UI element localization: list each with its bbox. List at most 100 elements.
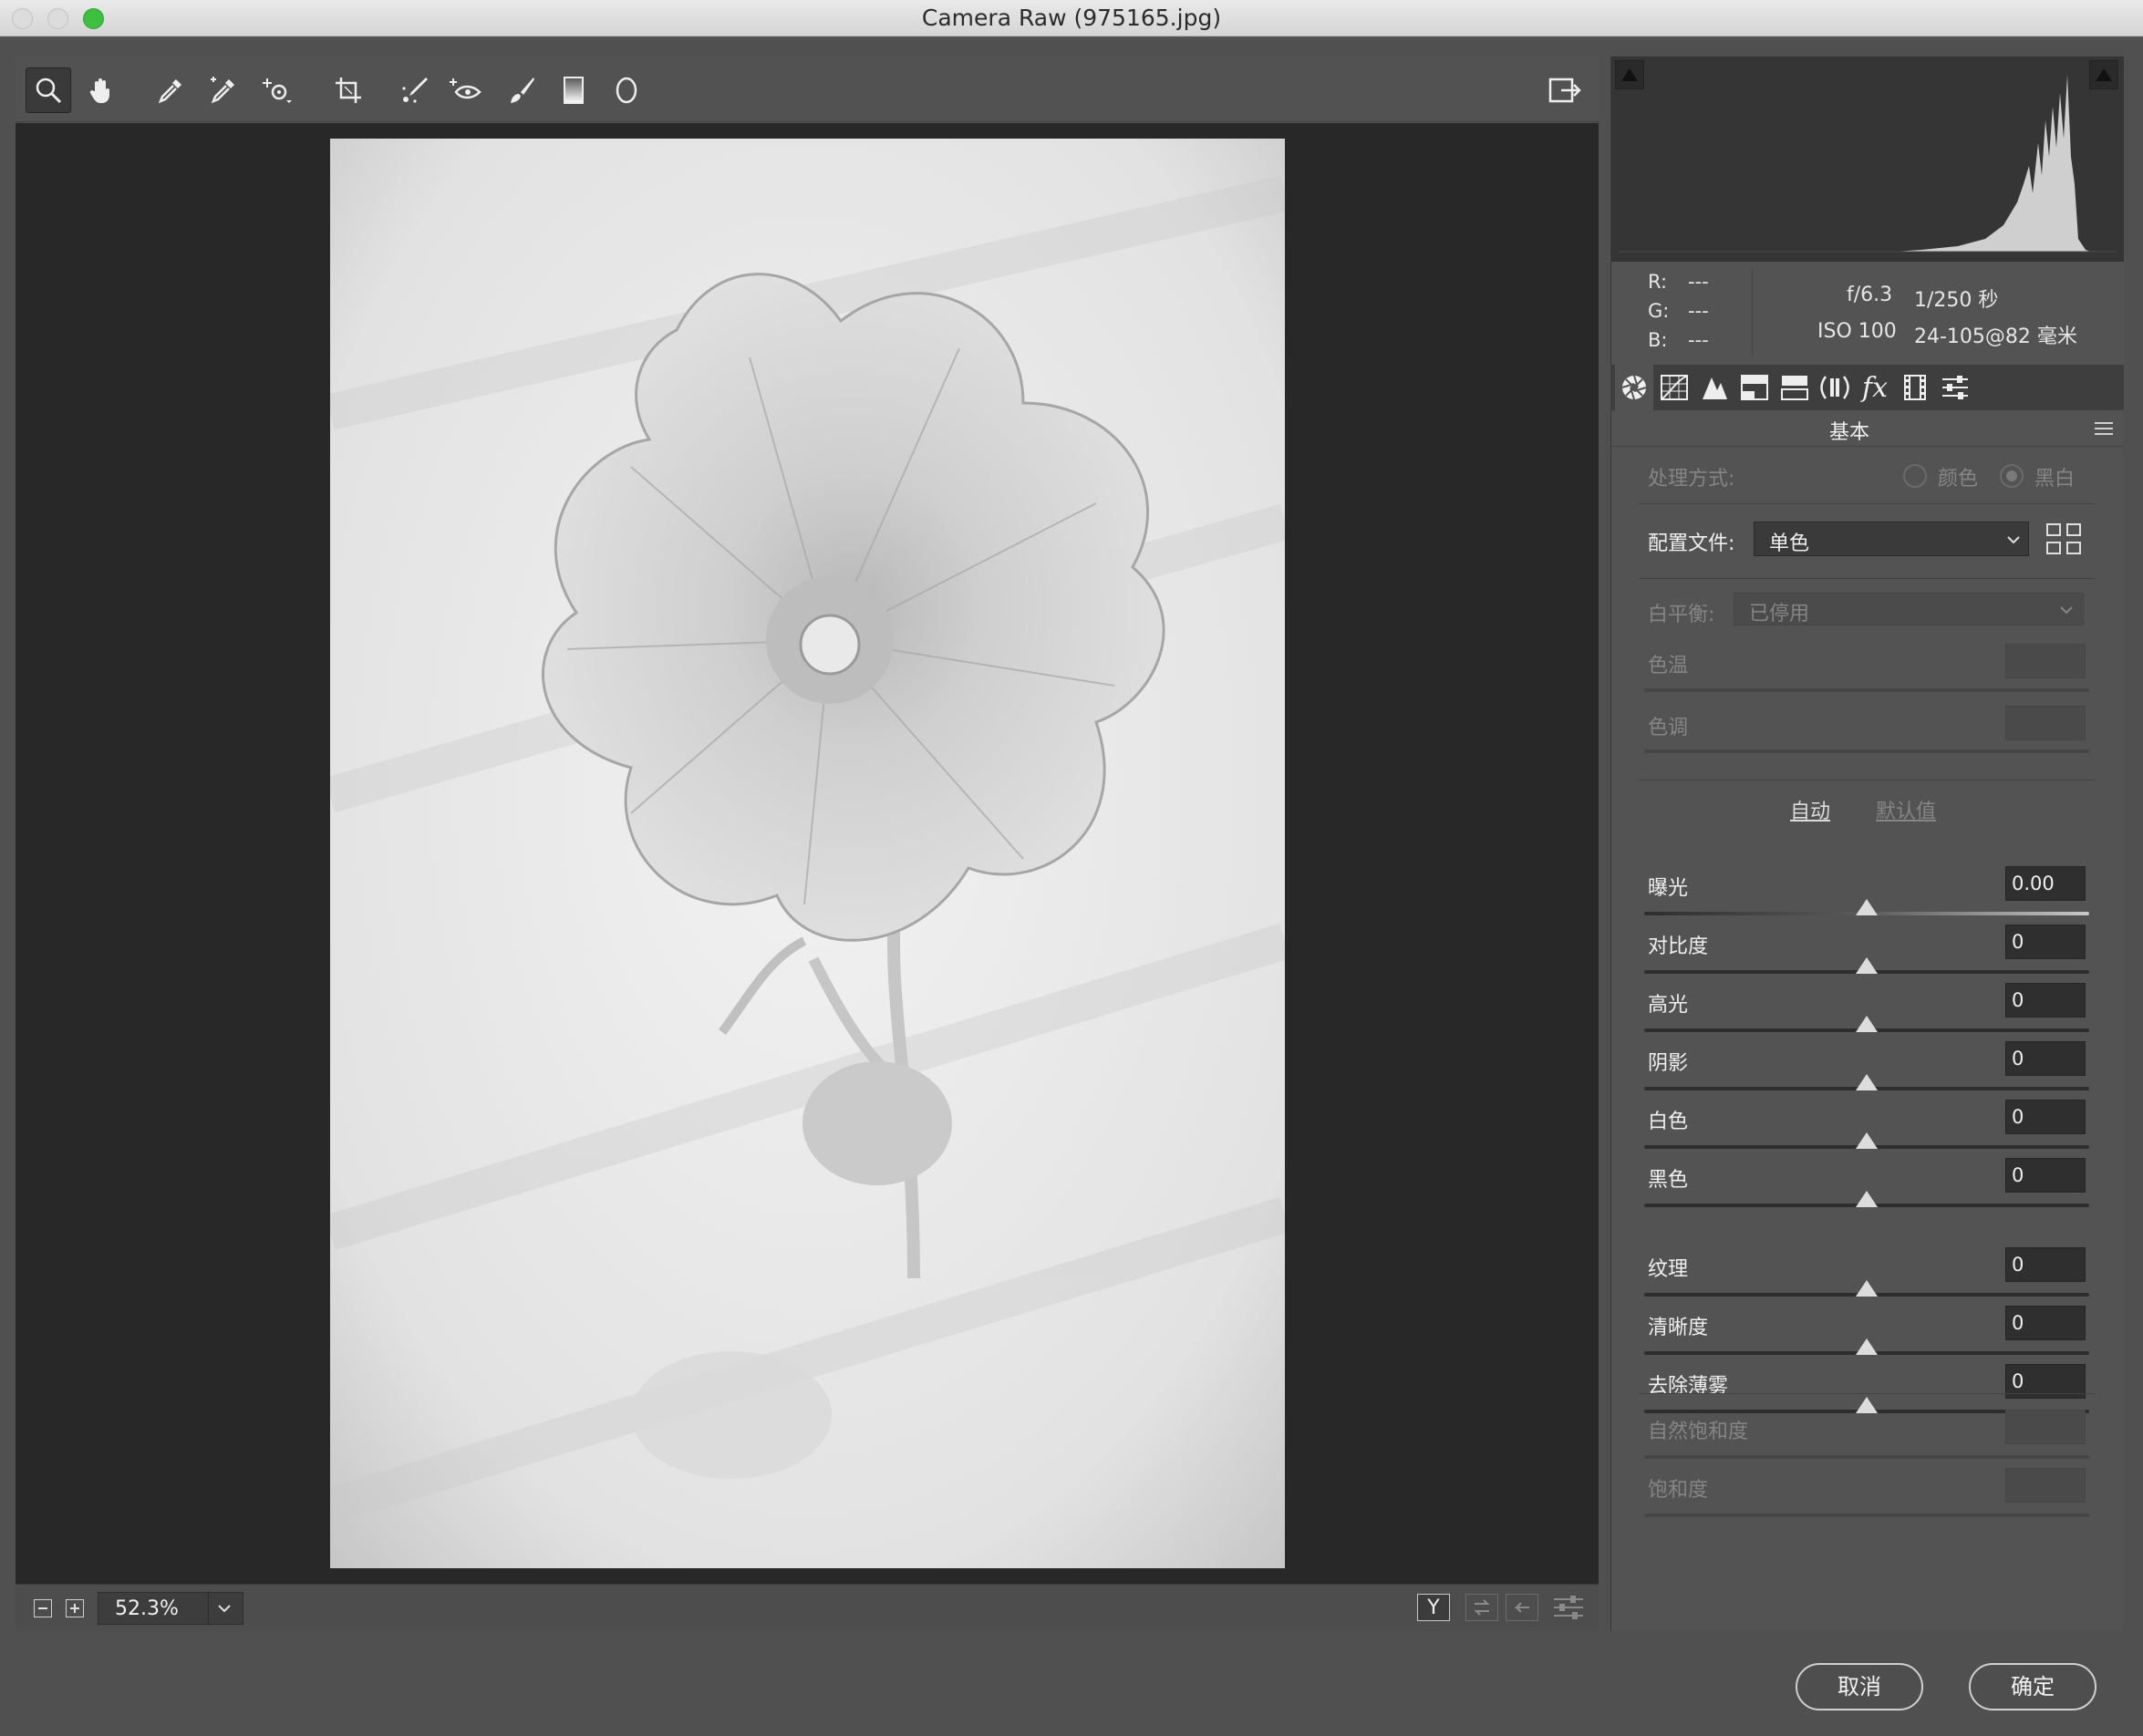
slider-thumb[interactable] (1856, 1132, 1878, 1149)
wb-label: 白平衡: (1648, 604, 1715, 626)
treatment-color-radio[interactable] (1903, 464, 1927, 488)
slider-thumb[interactable] (1856, 899, 1878, 915)
red-eye-icon (450, 78, 481, 99)
window-title: Camera Raw (975165.jpg) (921, 5, 1222, 31)
split-toning-icon (1781, 376, 1808, 400)
toggle-settings-button[interactable] (1552, 1594, 1585, 1621)
aperture-value: f/6.3 (1847, 284, 1893, 306)
r-value: --- (1688, 271, 1709, 293)
treatment-color-label: 颜色 (1938, 468, 1979, 491)
tab-effects[interactable]: fx (1856, 365, 1894, 410)
spot-removal-icon (402, 78, 428, 103)
zoom-out-button[interactable] (34, 1599, 52, 1617)
open-preferences-button[interactable] (1543, 67, 1589, 113)
saturation-slider[interactable] (1644, 1514, 2089, 1517)
profile-label: 配置文件: (1648, 532, 1735, 555)
radial-filter-tool-button[interactable] (604, 67, 649, 113)
tint-slider[interactable] (1644, 749, 2089, 753)
swap-settings-button[interactable] (1465, 1594, 1498, 1621)
copy-settings-button[interactable] (1506, 1594, 1538, 1621)
panel-menu-icon[interactable] (2095, 421, 2113, 436)
slider-thumb[interactable] (1856, 1338, 1878, 1355)
slider-thumb[interactable] (1856, 1397, 1878, 1413)
slider-value-field[interactable]: 0 (2005, 925, 2086, 959)
slider-thumb[interactable] (1856, 1074, 1878, 1090)
red-eye-tool-button[interactable] (443, 67, 489, 113)
copy-arrow-icon (1514, 1602, 1529, 1613)
treatment-bw-radio[interactable] (2000, 464, 2024, 488)
zoom-tool-button[interactable] (26, 67, 71, 113)
chevron-down-icon (218, 1605, 231, 1613)
graduated-filter-tool-button[interactable] (551, 67, 596, 113)
slider-value-field[interactable]: 0 (2005, 1158, 2086, 1193)
ok-button[interactable]: 确定 (1969, 1663, 2096, 1710)
slider-value-field[interactable]: 0.00 (2005, 866, 2086, 901)
spot-removal-tool-button[interactable] (393, 67, 439, 113)
minus-icon (38, 1607, 47, 1609)
saturation-field[interactable] (2005, 1468, 2086, 1503)
targeted-adjustment-tool-button[interactable] (254, 67, 300, 113)
tab-split-toning[interactable] (1775, 365, 1814, 410)
default-link[interactable]: 默认值 (1876, 795, 1936, 824)
sliders-icon (1554, 1596, 1583, 1619)
shutter-value: 1/250 秒 (1914, 289, 1999, 312)
slider-label: 白色 (1648, 1111, 1689, 1133)
vibrance-field[interactable] (2005, 1410, 2086, 1444)
wb-select[interactable]: 已停用 (1734, 593, 2084, 625)
auto-link[interactable]: 自动 (1790, 795, 1830, 824)
color-sampler-tool-button[interactable] (200, 67, 245, 113)
slider-value-field[interactable]: 0 (2005, 983, 2086, 1018)
slider-thumb[interactable] (1856, 957, 1878, 974)
crop-tool-button[interactable] (326, 67, 371, 113)
g-label: G: (1648, 300, 1670, 322)
tab-presets[interactable] (1936, 365, 1974, 410)
bottom-bar: 52.3% Y (16, 1584, 1599, 1631)
preview-canvas[interactable] (16, 123, 1599, 1584)
saturation-label: 饱和度 (1648, 1479, 1709, 1502)
slider-value-field[interactable]: 0 (2005, 1041, 2086, 1076)
slider-thumb[interactable] (1856, 1191, 1878, 1207)
temp-label: 色温 (1648, 655, 1689, 677)
temp-slider[interactable] (1644, 688, 2089, 692)
hand-icon (89, 78, 109, 103)
readout-area: R: --- G: --- B: --- f/6.3 1/250 秒 ISO 1… (1611, 262, 2124, 365)
tab-hsl[interactable] (1735, 365, 1774, 410)
panel-tabs: fx (1611, 365, 2124, 410)
iso-value: ISO 100 (1817, 320, 1897, 343)
tab-lens-corrections[interactable] (1816, 365, 1854, 410)
tint-field[interactable] (2005, 706, 2086, 740)
target-adjust-icon (263, 78, 292, 103)
tab-tone-curve[interactable] (1655, 365, 1693, 410)
white-balance-tool-button[interactable] (148, 67, 193, 113)
slider-label: 纹理 (1648, 1258, 1689, 1281)
temp-field[interactable] (2005, 644, 2086, 678)
vibrance-slider[interactable] (1644, 1455, 2089, 1459)
compare-label: Y (1427, 1596, 1440, 1619)
zoom-select[interactable]: 52.3% (98, 1592, 243, 1625)
slider-value-field[interactable]: 0 (2005, 1100, 2086, 1134)
zoom-in-button[interactable] (66, 1599, 84, 1617)
detail-icon (1703, 377, 1727, 399)
slider-value-field[interactable]: 0 (2005, 1306, 2086, 1340)
profile-select[interactable]: 单色 (1754, 522, 2029, 556)
profile-browser-button[interactable] (2045, 522, 2082, 555)
cancel-button[interactable]: 取消 (1796, 1663, 1923, 1710)
presets-icon (1942, 376, 1968, 399)
gradient-icon (564, 77, 584, 104)
settings-panel: R: --- G: --- B: --- f/6.3 1/250 秒 ISO 1… (1610, 57, 2124, 1631)
compare-view-button[interactable]: Y (1417, 1594, 1450, 1621)
treatment-label: 处理方式: (1648, 468, 1735, 491)
tab-calibration[interactable] (1896, 365, 1934, 410)
panel-title: 基本 (1828, 421, 1869, 444)
tab-detail[interactable] (1695, 365, 1734, 410)
r-label: R: (1648, 271, 1668, 293)
slider-thumb[interactable] (1856, 1016, 1878, 1032)
histogram-graph (1619, 75, 2117, 253)
adjustment-brush-tool-button[interactable] (499, 67, 544, 113)
treatment-bw-label: 黑白 (2034, 468, 2076, 491)
slider-thumb[interactable] (1856, 1280, 1878, 1297)
slider-value-field[interactable]: 0 (2005, 1247, 2086, 1282)
title-bar: Camera Raw (975165.jpg) (0, 0, 2143, 36)
tab-basic[interactable] (1615, 365, 1653, 410)
hand-tool-button[interactable] (78, 67, 124, 113)
